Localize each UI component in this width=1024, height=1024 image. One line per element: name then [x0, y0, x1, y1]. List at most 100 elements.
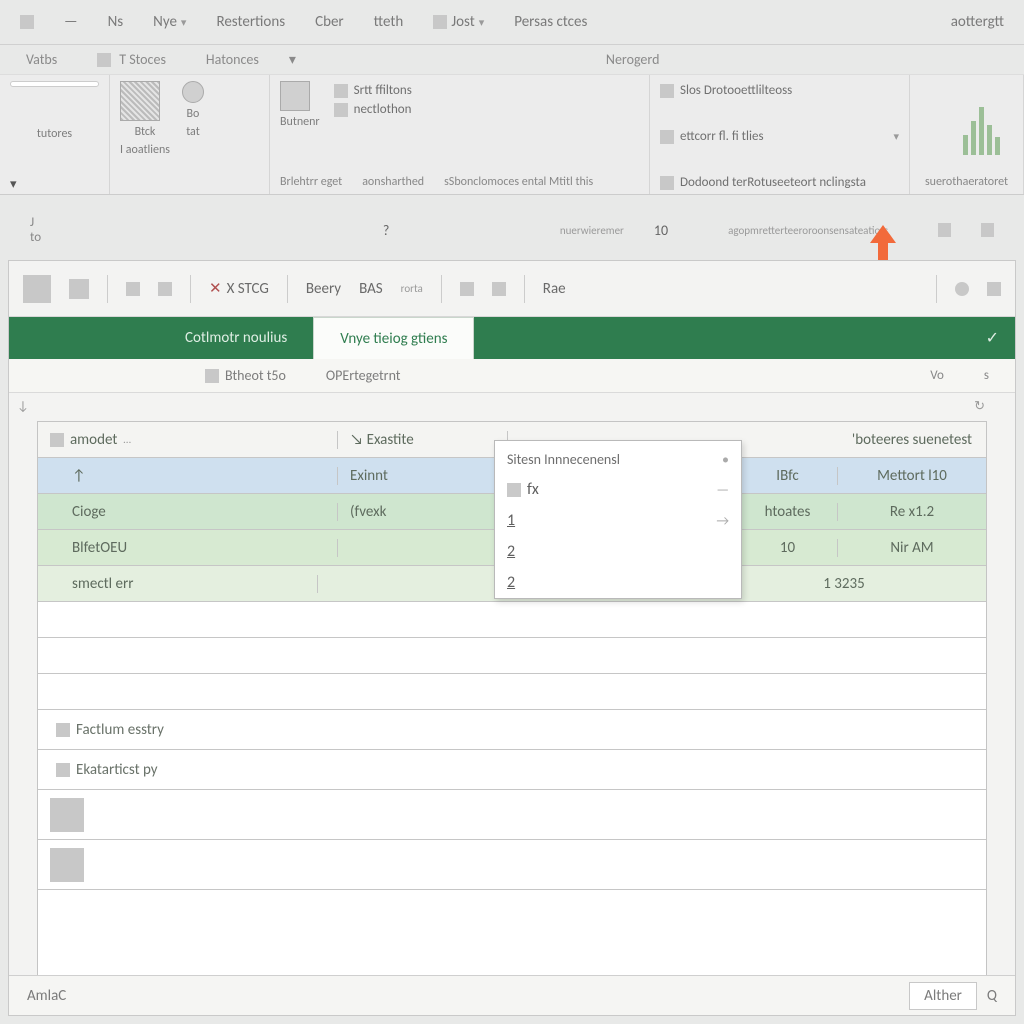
table-row-thumb1[interactable] — [38, 790, 986, 840]
tstoces-icon — [97, 53, 111, 67]
subhdr-c2[interactable]: Exinnt — [338, 467, 508, 485]
dropdown-item-1[interactable]: 1 → — [495, 505, 741, 536]
group3-caption3: sSbonclomoces ental Mtitl this — [444, 175, 593, 189]
group5-caption: suerothaeratoret — [920, 172, 1013, 192]
tab-nye[interactable]: Nye ▾ — [153, 13, 186, 31]
srtt-ffiltons-button[interactable]: Srtt ffiltons — [334, 81, 639, 100]
r1-c4: htoates — [738, 503, 838, 521]
subrow-dropdown[interactable]: ▾ — [289, 51, 296, 68]
dropdown-item-3[interactable]: 2 — [495, 567, 741, 598]
col-header-1[interactable]: amodet… — [38, 431, 338, 449]
toolbar-stcg[interactable]: ✕ X STCG — [209, 279, 269, 298]
subhdr-c4[interactable]: IBfc — [738, 467, 838, 485]
tab-cber[interactable]: Cber — [315, 13, 344, 31]
status-button-alther[interactable]: Alther — [909, 982, 977, 1010]
tab-persas[interactable]: Persas ctces — [514, 13, 587, 31]
subrow-tstoces[interactable]: T Stoces — [97, 51, 166, 68]
dropdown-item-2[interactable]: 2 — [495, 536, 741, 567]
filter-icon — [334, 84, 348, 98]
table-row-empty[interactable] — [38, 674, 986, 710]
r1-c2: (fvexk — [338, 503, 508, 521]
tool-icon-6[interactable] — [492, 282, 506, 296]
grid-refresh-icon[interactable]: ↻ — [974, 399, 985, 414]
toolbar-rorta[interactable]: rorta — [401, 282, 423, 295]
ribbon-subrow: Vatbs T Stoces Hatonces ▾ Nerogerd — [0, 45, 1024, 75]
group3-caption2: aonsharthed — [362, 175, 424, 189]
histogram-icon — [959, 85, 1009, 155]
subhdr-c5[interactable]: Mettort l10 — [838, 467, 986, 485]
grid-corner-arrow-icon[interactable]: ↓ — [17, 399, 29, 414]
qat-note: agopmretterteeroroonsensateatiors — [728, 224, 888, 237]
qat-icon-a[interactable] — [938, 223, 951, 237]
tab-file[interactable] — [20, 15, 34, 29]
workspace: ✕ X STCG Beery BAS rorta Rae Cotlmotr no… — [8, 260, 1016, 1016]
tool-icon-5[interactable] — [460, 282, 474, 296]
section-check-icon: ✓ — [986, 328, 999, 348]
qat-icon-b[interactable] — [981, 223, 994, 237]
bo-icon[interactable] — [182, 81, 204, 103]
group1-side-label: tutores — [10, 127, 99, 141]
ribbon-tabstrip: — Ns Nye ▾ Restertions Cber tteth Jost ▾… — [0, 0, 1024, 45]
subrow-hatonces[interactable]: Hatonces — [206, 51, 259, 68]
workspace-toolbar: ✕ X STCG Beery BAS rorta Rae — [9, 261, 1015, 317]
ettcorr-line[interactable]: ettcorr fl. fi tlies▾ — [660, 127, 899, 146]
tab-restertions[interactable]: Restertions — [216, 13, 285, 31]
table-row-empty[interactable] — [38, 638, 986, 674]
subrow-mid: Nerogerd — [606, 51, 660, 68]
nect-icon — [334, 103, 348, 117]
toolbar-rae[interactable]: Rae — [543, 280, 566, 298]
table-row-spacer — [38, 890, 986, 936]
fx-icon — [507, 483, 521, 497]
tool-icon-3[interactable] — [126, 282, 140, 296]
qat-jto[interactable]: J to — [30, 215, 47, 245]
group3-caption1: Brlehtrr eget — [280, 175, 342, 189]
status-q[interactable]: Q — [987, 987, 997, 1005]
section-tab-1[interactable]: Cotlmotr noulius — [159, 317, 313, 359]
toolbar-bas[interactable]: BAS — [359, 280, 383, 298]
slos-line[interactable]: Slos Drotooettlilteoss — [660, 81, 899, 100]
subbar-item-2[interactable]: OPErtegetrnt — [326, 367, 401, 384]
subhdr-c1[interactable]: ↑ — [38, 467, 338, 485]
btck-icon[interactable] — [120, 81, 160, 121]
tool-icon-refresh[interactable] — [955, 282, 969, 296]
r1-c1: Cioge — [38, 503, 338, 521]
subbar-item-1[interactable]: Btheot t5o — [205, 367, 286, 384]
separator — [524, 275, 525, 303]
table-row-thumb2[interactable] — [38, 840, 986, 890]
separator — [190, 275, 191, 303]
bo-label: Bo — [182, 107, 204, 121]
section-tab-2-active[interactable]: Vnye tieiog gtiens — [313, 317, 474, 359]
tool-icon-4[interactable] — [158, 282, 172, 296]
subbar-val-2: s — [984, 368, 989, 383]
dropdown-item-0[interactable]: fx — — [495, 474, 741, 505]
subbar-icon-1 — [205, 369, 219, 383]
section-subbar: Btheot t5o OPErtegetrnt Vo s — [9, 359, 1015, 393]
section-row-1[interactable]: Factlum esstry — [38, 710, 986, 750]
tool-icon-pen[interactable] — [987, 282, 1001, 296]
tab-ns[interactable]: Ns — [108, 13, 124, 31]
section-row-2[interactable]: Ekatarticst py — [38, 750, 986, 790]
dodoond-line[interactable]: Dodoond terRotuseeteort nclingsta — [660, 173, 899, 192]
section1-icon — [56, 723, 70, 737]
tab-jost[interactable]: Jost ▾ — [433, 13, 484, 31]
separator — [936, 275, 937, 303]
nectlothon-button[interactable]: nectlothon — [334, 100, 639, 119]
ribbon-group-2: Btck I aoatliens Bo tat — [110, 75, 270, 194]
group1-caret[interactable]: ▾ — [10, 177, 17, 192]
name-box[interactable] — [10, 81, 99, 87]
formula-bar-row: J to ? nuerwieremer 10 agopmretterteeror… — [0, 215, 1024, 245]
status-bar: AmlaC Alther Q — [9, 975, 1015, 1015]
tab-dash[interactable]: — — [64, 13, 78, 31]
tab-tteth[interactable]: tteth — [374, 13, 404, 31]
butnenr-icon[interactable] — [280, 81, 310, 111]
col-header-2[interactable]: ↘ Exastite — [338, 431, 508, 449]
section2-icon — [56, 763, 70, 777]
table-row-empty[interactable] — [38, 602, 986, 638]
tab-aottergtt[interactable]: aottergtt — [951, 13, 1004, 31]
tool-icon-2[interactable] — [69, 279, 89, 299]
btck-label2: I aoatliens — [120, 143, 170, 157]
toolbar-beery[interactable]: Beery — [306, 280, 341, 298]
tool-icon-1[interactable] — [23, 275, 51, 303]
col-header-5[interactable]: 'boteeres suenetest — [838, 431, 986, 449]
subrow-vatbs[interactable]: Vatbs — [26, 51, 57, 68]
